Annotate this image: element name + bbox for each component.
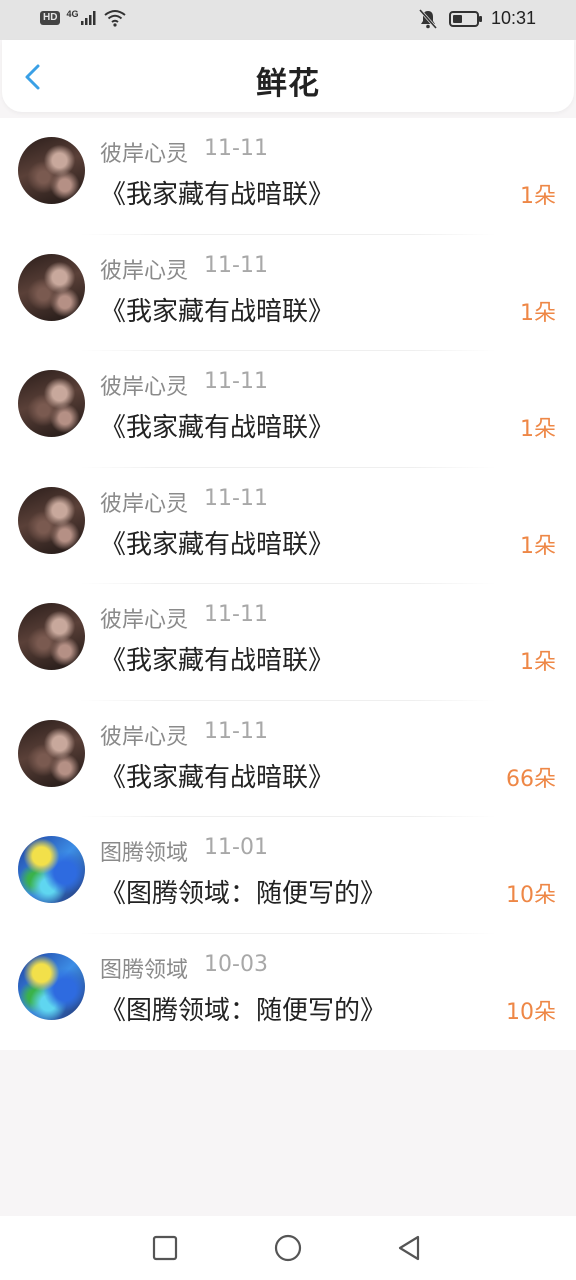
flower-count: 1朵 xyxy=(520,533,556,559)
item-meta: 彼岸心灵 11-11 xyxy=(100,253,268,285)
list-item[interactable]: 彼岸心灵 11-11 《我家藏有战暗联》 1朵 xyxy=(0,235,576,351)
flower-count: 1朵 xyxy=(520,417,556,442)
item-date: 11-11 xyxy=(204,136,268,161)
item-meta: 彼岸心灵 11-11 xyxy=(100,369,268,401)
list-item[interactable]: 彼岸心灵 11-11 《我家藏有战暗联》 1朵 xyxy=(0,351,576,468)
work-title: 《我家藏有战暗联》 xyxy=(100,646,335,676)
item-meta: 图腾领域 10-03 xyxy=(100,952,268,984)
list-item[interactable]: 彼岸心灵 11-11 《我家藏有战暗联》 66朵 xyxy=(0,701,576,817)
home-icon xyxy=(274,1234,302,1262)
author-name: 彼岸心灵 xyxy=(100,724,189,750)
flower-count: 10朵 xyxy=(506,883,556,908)
item-meta: 彼岸心灵 11-11 xyxy=(100,602,268,634)
flower-list: 彼岸心灵 11-11 《我家藏有战暗联》 1朵 彼岸心灵 11-11 《我家藏有… xyxy=(0,118,576,1050)
work-title: 《我家藏有战暗联》 xyxy=(100,413,335,443)
item-date: 11-11 xyxy=(204,602,268,627)
avatar[interactable] xyxy=(18,137,85,204)
work-title: 《图腾领域：随便写的》 xyxy=(100,995,387,1026)
work-title: 《我家藏有战暗联》 xyxy=(100,180,335,210)
author-name: 彼岸心灵 xyxy=(100,608,189,633)
battery-fill xyxy=(452,14,462,23)
back-triangle-icon xyxy=(398,1235,420,1261)
author-name: 图腾领域 xyxy=(100,957,189,983)
avatar[interactable] xyxy=(18,836,85,903)
status-right: 10:31 xyxy=(418,8,536,29)
avatar[interactable] xyxy=(18,253,85,321)
recent-apps-button[interactable] xyxy=(151,1234,179,1262)
work-title: 《我家藏有战暗联》 xyxy=(100,296,335,327)
battery-icon xyxy=(448,10,482,27)
flower-count: 10朵 xyxy=(506,999,556,1025)
avatar[interactable] xyxy=(18,952,85,1020)
recent-apps-icon xyxy=(152,1235,178,1261)
avatar[interactable] xyxy=(18,370,85,437)
work-title: 《我家藏有战暗联》 xyxy=(100,762,335,793)
avatar[interactable] xyxy=(18,486,85,554)
wifi-icon xyxy=(104,10,127,27)
item-meta: 彼岸心灵 11-11 xyxy=(100,719,268,751)
item-meta: 图腾领域 11-01 xyxy=(100,835,268,867)
item-date: 11-11 xyxy=(204,485,268,511)
status-left: HD 4G xyxy=(40,9,127,27)
network-label: 4G xyxy=(66,9,79,19)
flower-count: 1朵 xyxy=(520,300,556,326)
avatar[interactable] xyxy=(18,603,85,670)
clock: 10:31 xyxy=(490,8,536,28)
work-title: 《图腾领域：随便写的》 xyxy=(100,879,387,909)
avatar[interactable] xyxy=(18,719,85,787)
page-title: 鲜花 xyxy=(256,66,320,102)
status-bar: HD 4G 10:31 xyxy=(0,0,576,40)
list-item[interactable]: 彼岸心灵 11-11 《我家藏有战暗联》 1朵 xyxy=(0,584,576,701)
signal-icon xyxy=(81,11,96,25)
flower-count: 1朵 xyxy=(520,184,556,209)
hd-badge: HD xyxy=(40,11,61,25)
list-item[interactable]: 彼岸心灵 11-11 《我家藏有战暗联》 1朵 xyxy=(0,468,576,584)
item-date: 11-11 xyxy=(204,369,268,394)
work-title: 《我家藏有战暗联》 xyxy=(100,529,335,560)
flower-count: 1朵 xyxy=(520,650,556,675)
item-meta: 彼岸心灵 11-11 xyxy=(100,136,268,168)
author-name: 彼岸心灵 xyxy=(100,375,189,400)
item-meta: 彼岸心灵 11-11 xyxy=(100,486,268,518)
app-header: 鲜花 xyxy=(2,40,574,112)
back-nav-button[interactable] xyxy=(396,1234,424,1262)
list-item[interactable]: 图腾领域 10-03 《图腾领域：随便写的》 10朵 xyxy=(0,934,576,1051)
home-button[interactable] xyxy=(274,1234,302,1262)
mute-icon xyxy=(418,8,437,29)
flower-count: 66朵 xyxy=(506,766,556,792)
item-date: 11-01 xyxy=(204,835,268,860)
author-name: 彼岸心灵 xyxy=(100,258,189,284)
author-name: 彼岸心灵 xyxy=(100,491,189,517)
item-date: 11-11 xyxy=(204,718,268,744)
item-date: 10-03 xyxy=(204,951,268,977)
item-date: 11-11 xyxy=(204,252,268,278)
author-name: 图腾领域 xyxy=(100,841,189,866)
system-nav-bar xyxy=(0,1216,576,1280)
author-name: 彼岸心灵 xyxy=(100,142,189,167)
list-item[interactable]: 彼岸心灵 11-11 《我家藏有战暗联》 1朵 xyxy=(0,118,576,235)
list-item[interactable]: 图腾领域 11-01 《图腾领域：随便写的》 10朵 xyxy=(0,817,576,934)
